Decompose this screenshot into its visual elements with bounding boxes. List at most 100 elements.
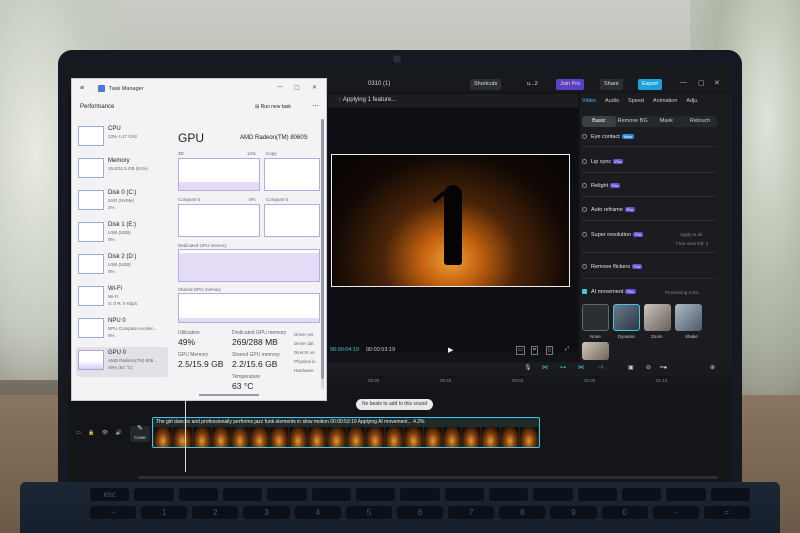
sidebar-item-name: CPU bbox=[108, 126, 121, 132]
radio-icon bbox=[582, 264, 587, 270]
sidebar-item-wi-fi[interactable]: Wi-Fi Wi-Fi S: 0 R: 0 Kbps bbox=[76, 283, 168, 313]
temperature-value: 63 °C bbox=[232, 381, 254, 391]
clip-frame bbox=[423, 427, 442, 447]
clip-frame bbox=[288, 427, 307, 447]
tab-adjust[interactable]: Adju bbox=[686, 98, 697, 104]
sidebar-item-name: Memory bbox=[108, 158, 130, 164]
clip-frame bbox=[385, 427, 404, 447]
scrollbar-thumb[interactable] bbox=[321, 119, 324, 379]
sidebar-item-cpu[interactable]: CPU 13% 4.17 GHz bbox=[76, 123, 168, 153]
sidebar-item-npu-0[interactable]: NPU 0 NPU Compute Acceler... 0% bbox=[76, 315, 168, 345]
microphone-icon[interactable]: 🎙 bbox=[524, 364, 532, 371]
graph-pct-compute: 0% bbox=[249, 197, 256, 202]
play-icon[interactable]: ▶ bbox=[448, 346, 453, 354]
crop-icon[interactable]: ⌗ bbox=[531, 346, 538, 355]
maximize-icon[interactable]: ▢ bbox=[294, 84, 300, 91]
performance-header: Performance ⊞ Run new task ⋯ bbox=[72, 101, 328, 115]
zoom-slider[interactable]: ━● bbox=[660, 364, 667, 371]
gpu-details-list: Driver ver Driver dat DirectX ve Physical l… bbox=[294, 330, 316, 375]
sidebar-item-disk-0-c[interactable]: Disk 0 (C:) SSD (NVMe) 2% bbox=[76, 187, 168, 217]
maximize-icon[interactable]: ▢ bbox=[698, 79, 705, 87]
task-manager-scrollbar[interactable] bbox=[321, 119, 324, 389]
magnet-icon[interactable]: ⋈ bbox=[542, 364, 548, 371]
checkbox-checked-icon bbox=[582, 289, 587, 295]
export-button[interactable]: Export bbox=[638, 79, 662, 90]
more-options-icon[interactable]: ⋯ bbox=[312, 102, 319, 110]
tab-video[interactable]: Video bbox=[582, 98, 596, 104]
sidebar-item-detail: Wi-Fi bbox=[108, 294, 119, 299]
remove-flickers-option[interactable]: Remove flickers Pro bbox=[582, 264, 643, 270]
tab-animation[interactable]: Animation bbox=[653, 98, 677, 104]
minimize-icon[interactable]: — bbox=[680, 79, 687, 86]
close-icon[interactable]: ✕ bbox=[312, 84, 317, 91]
zoom-in-icon[interactable]: ⊕ bbox=[710, 364, 715, 371]
gpu-detail-row: Driver dat bbox=[294, 341, 314, 346]
mini-graph bbox=[78, 350, 104, 370]
auto-reframe-option[interactable]: Auto reframe Pro bbox=[582, 207, 636, 213]
task-manager-icon bbox=[98, 85, 105, 92]
link-icon[interactable]: ⊶ bbox=[560, 364, 566, 371]
horizontal-scrollbar[interactable] bbox=[199, 394, 259, 396]
user-avatar[interactable]: u...2 bbox=[523, 79, 542, 90]
eye-contact-option[interactable]: Eye contact New bbox=[582, 134, 634, 140]
menu-icon[interactable]: ≡ bbox=[80, 85, 84, 92]
ruler-tick: 00:50 bbox=[512, 378, 524, 383]
sidebar-item-memory[interactable]: Memory 15.8/31.5 GB (51%) bbox=[76, 155, 168, 185]
fit-icon[interactable]: ▭ bbox=[516, 346, 525, 355]
minimize-icon[interactable]: — bbox=[277, 84, 283, 90]
close-icon[interactable]: ✕ bbox=[714, 79, 720, 87]
utilization-label: Utilization bbox=[178, 330, 200, 336]
video-frame[interactable] bbox=[331, 154, 570, 287]
graph-label-shared: Shared GPU memory bbox=[178, 287, 222, 292]
sidebar-item-value: 49% (63 °C) bbox=[108, 365, 133, 370]
share-button[interactable]: Share bbox=[600, 79, 623, 90]
relight-option[interactable]: Relight Pro bbox=[582, 183, 621, 189]
gpu-memory-label: GPU Memory bbox=[178, 352, 209, 358]
number-key-row: ~1 2 3 4 5 6 7 8 9 0- = bbox=[90, 506, 751, 519]
sidebar-item-gpu-0[interactable]: GPU 0 AMD Radeon(TM) 806... 49% (63 °C) bbox=[76, 347, 168, 377]
laptop-screen: 0310 (1) Shortcuts u...2 Join Pro Share … bbox=[68, 66, 732, 482]
sidebar-item-detail: AMD Radeon(TM) 806... bbox=[108, 358, 158, 363]
super-resolution-option[interactable]: Super resolution Pro bbox=[582, 232, 644, 238]
graph-label-compute1: Compute 0 bbox=[266, 197, 289, 202]
timeline-scrollbar[interactable] bbox=[138, 476, 718, 479]
snap-icon[interactable]: ⋈ bbox=[578, 364, 584, 371]
clip-filmstrip bbox=[154, 427, 538, 447]
sidebar-item-name: Disk 0 (C:) bbox=[108, 190, 137, 196]
gpu-detail-row: Physical lo bbox=[294, 359, 316, 364]
video-clip[interactable]: The girl dances and professionally perfo… bbox=[152, 417, 540, 448]
ai-movement-option[interactable]: AI movement Pro bbox=[582, 289, 636, 295]
style-zoom-thumb[interactable] bbox=[644, 304, 671, 331]
sidebar-item-disk-1-e[interactable]: Disk 1 (E:) USB (USB) 0% bbox=[76, 219, 168, 249]
gpu-detail-row: Driver ver bbox=[294, 332, 314, 337]
tab-speed[interactable]: Speed bbox=[628, 98, 644, 104]
subtab-basic[interactable]: Basic bbox=[582, 116, 616, 127]
split-icon[interactable]: ⊣ bbox=[598, 364, 603, 371]
new-badge: New bbox=[621, 134, 634, 139]
style-none-thumb[interactable] bbox=[582, 304, 609, 331]
player-status: Applying 1 feature... bbox=[342, 97, 397, 103]
pro-badge: Pro bbox=[632, 264, 643, 269]
tab-audio[interactable]: Audio bbox=[605, 98, 619, 104]
style-shake-thumb[interactable] bbox=[675, 304, 702, 331]
radio-icon bbox=[582, 134, 587, 140]
style-extra-thumb[interactable] bbox=[582, 342, 609, 360]
subtab-mask[interactable]: Mask bbox=[650, 116, 684, 127]
style-dynamic-thumb[interactable] bbox=[613, 304, 640, 331]
run-new-task-button[interactable]: ⊞ Run new task bbox=[255, 104, 291, 110]
shortcuts-button[interactable]: Shortcuts bbox=[470, 79, 502, 90]
apply-to-all-button[interactable]: Apply to all bbox=[680, 232, 702, 237]
subtab-retouch[interactable]: Retouch bbox=[683, 116, 717, 127]
sidebar-item-disk-2-d[interactable]: Disk 2 (D:) USB (USB) 0% bbox=[76, 251, 168, 281]
preview-icon[interactable]: ▣ bbox=[628, 364, 634, 371]
subtab-remove-bg[interactable]: Remove BG bbox=[616, 116, 650, 127]
lip-sync-option[interactable]: Lip sync Pro bbox=[582, 159, 624, 165]
player-header: ◌ Applying 1 feature... bbox=[328, 94, 578, 107]
track-controls[interactable]: ▭ 🔒 👁 🔊 bbox=[76, 430, 125, 436]
join-pro-button[interactable]: Join Pro bbox=[556, 79, 585, 90]
fullscreen-icon[interactable]: ⤢ bbox=[564, 346, 570, 353]
ratio-icon[interactable]: ▯ bbox=[546, 346, 553, 355]
free-uses-count: Free uses left: 3 bbox=[676, 241, 709, 246]
window-title: Task Manager bbox=[109, 86, 144, 92]
zoom-out-icon[interactable]: ⊖ bbox=[646, 364, 651, 371]
